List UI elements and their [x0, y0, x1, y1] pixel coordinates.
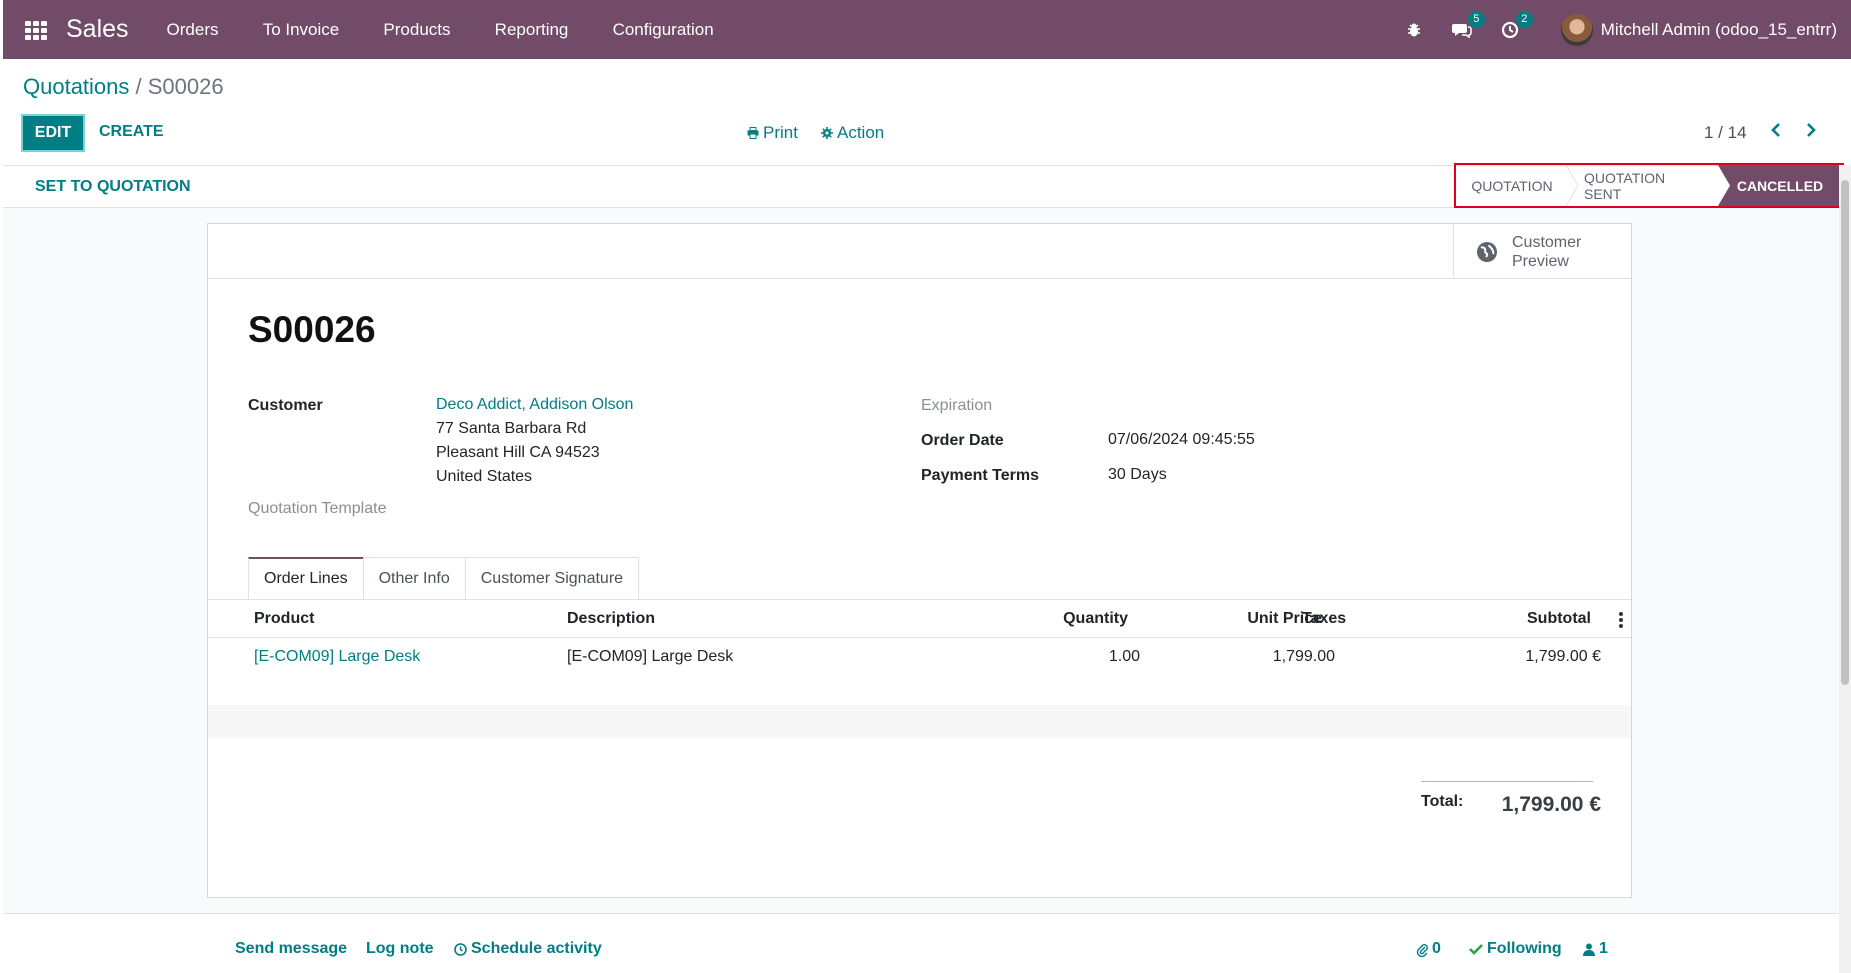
tab-customer-signature[interactable]: Customer Signature [464, 557, 640, 599]
create-button[interactable]: CREATE [99, 123, 164, 141]
address-line1: 77 Santa Barbara Rd [436, 420, 587, 437]
schedule-activity-label: Schedule activity [471, 940, 602, 957]
menu-to-invoice[interactable]: To Invoice [263, 20, 340, 39]
pager-value: 1 / 14 [1704, 123, 1747, 142]
form-sheet: Customer Preview S00026 Customer Deco Ad… [207, 223, 1632, 898]
column-options-icon[interactable] [1619, 612, 1623, 630]
user-icon [1583, 943, 1595, 956]
messages-badge: 5 [1467, 10, 1485, 28]
tab-other-info[interactable]: Other Info [362, 557, 466, 599]
menu-configuration[interactable]: Configuration [613, 20, 714, 39]
table-header: Product Description Quantity Unit Price … [208, 600, 1631, 638]
user-menu[interactable]: Mitchell Admin (odoo_15_entrr) [1601, 20, 1837, 40]
edit-button[interactable]: EDIT [21, 114, 85, 152]
scrollbar-thumb[interactable] [1841, 180, 1849, 685]
log-note-button[interactable]: Log note [366, 940, 434, 958]
tab-order-lines[interactable]: Order Lines [248, 557, 364, 599]
customer-field[interactable]: Deco Addict, Addison Olson [436, 393, 633, 417]
menu-products[interactable]: Products [383, 20, 450, 39]
column-taxes[interactable]: Taxes [1302, 610, 1346, 628]
systray: 5 2 Mitchell Admin (odoo_15_entrr) [1403, 10, 1837, 46]
messages-icon[interactable]: 5 [1451, 10, 1485, 41]
debug-bug-icon[interactable] [1403, 19, 1425, 41]
print-label: Print [763, 123, 798, 142]
order-date-label: Order Date [921, 432, 1004, 449]
globe-icon [1477, 241, 1497, 262]
breadcrumb-current: S00026 [147, 74, 224, 99]
row-description: [E-COM09] Large Desk [567, 648, 734, 665]
empty-row [208, 705, 1631, 738]
expiration-label: Expiration [921, 397, 993, 414]
action-label: Action [837, 123, 885, 142]
button-box: Customer Preview [208, 224, 1631, 279]
stage-quotation[interactable]: QUOTATION [1456, 165, 1568, 206]
notebook-tabs: Order Lines Other Info Customer Signatur… [248, 557, 640, 599]
followers-button[interactable]: 1 [1583, 940, 1608, 958]
top-navbar: Sales Orders To Invoice Products Reporti… [3, 0, 1851, 59]
pager-next-icon[interactable] [1805, 122, 1817, 142]
total-divider [1421, 781, 1593, 782]
chatter-topbar: Send message Log note Schedule activity … [3, 913, 1839, 973]
address-line3: United States [436, 468, 533, 485]
row-unit-price: 1,799.00 [1272, 648, 1335, 665]
preview-label-line1: Customer [1512, 233, 1582, 251]
payment-terms-label: Payment Terms [921, 467, 1039, 484]
clock-icon [454, 942, 467, 956]
activities-clock-icon[interactable]: 2 [1499, 10, 1533, 41]
column-quantity[interactable]: Quantity [1008, 610, 1128, 628]
column-subtotal[interactable]: Subtotal [1458, 610, 1591, 628]
address-line2: Pleasant Hill CA 94523 [436, 444, 600, 461]
paperclip-icon [1416, 943, 1428, 957]
action-button[interactable]: Action [821, 123, 884, 143]
pager-previous-icon[interactable] [1770, 122, 1782, 142]
gear-icon [821, 127, 833, 139]
quotation-template-label: Quotation Template [248, 500, 387, 517]
table-row[interactable]: [E-COM09] Large Desk [E-COM09] Large Des… [208, 638, 1631, 672]
print-button[interactable]: Print [747, 123, 798, 143]
statusbar: SET TO QUOTATION QUOTATION QUOTATION SEN… [3, 163, 1851, 208]
schedule-activity-button[interactable]: Schedule activity [454, 940, 602, 958]
customer-preview-button[interactable]: Customer Preview [1453, 224, 1631, 279]
stage-cancelled[interactable]: CANCELLED [1718, 165, 1842, 206]
record-title: S00026 [248, 309, 376, 350]
status-stages: QUOTATION QUOTATION SENT CANCELLED [1454, 163, 1844, 208]
following-button[interactable]: Following [1469, 940, 1562, 958]
breadcrumb-quotations[interactable]: Quotations [23, 74, 129, 99]
stage-quotation-sent[interactable]: QUOTATION SENT [1568, 165, 1718, 206]
followers-count: 1 [1599, 940, 1608, 957]
breadcrumb-separator: / [129, 74, 148, 99]
column-description[interactable]: Description [567, 610, 655, 628]
row-product[interactable]: [E-COM09] Large Desk [254, 648, 420, 666]
payment-terms-field[interactable]: 30 Days [1108, 463, 1167, 487]
set-to-quotation-button[interactable]: SET TO QUOTATION [35, 178, 191, 196]
order-date-field[interactable]: 07/06/2024 09:45:55 [1108, 428, 1255, 452]
attachments-button[interactable]: 0 [1416, 940, 1441, 958]
following-label: Following [1487, 940, 1562, 957]
main-menu: Orders To Invoice Products Reporting Con… [147, 20, 734, 40]
menu-orders[interactable]: Orders [167, 20, 219, 39]
send-message-button[interactable]: Send message [235, 940, 347, 958]
row-quantity: 1.00 [1108, 648, 1140, 665]
app-name[interactable]: Sales [66, 15, 129, 44]
breadcrumb: Quotations / S00026 [23, 74, 224, 100]
attachments-count: 0 [1432, 940, 1441, 957]
activities-badge: 2 [1515, 10, 1533, 28]
check-icon [1469, 944, 1483, 955]
user-avatar[interactable] [1560, 13, 1593, 46]
preview-label-line2: Preview [1512, 252, 1569, 270]
printer-icon [747, 127, 759, 139]
row-subtotal: 1,799.00 € [1525, 648, 1601, 665]
menu-reporting[interactable]: Reporting [495, 20, 569, 39]
total-label: Total: [1421, 793, 1464, 810]
customer-label: Customer [248, 397, 323, 414]
total-amount: 1,799.00 € [1501, 793, 1601, 816]
column-product[interactable]: Product [254, 610, 314, 628]
apps-menu-icon[interactable] [25, 20, 47, 40]
